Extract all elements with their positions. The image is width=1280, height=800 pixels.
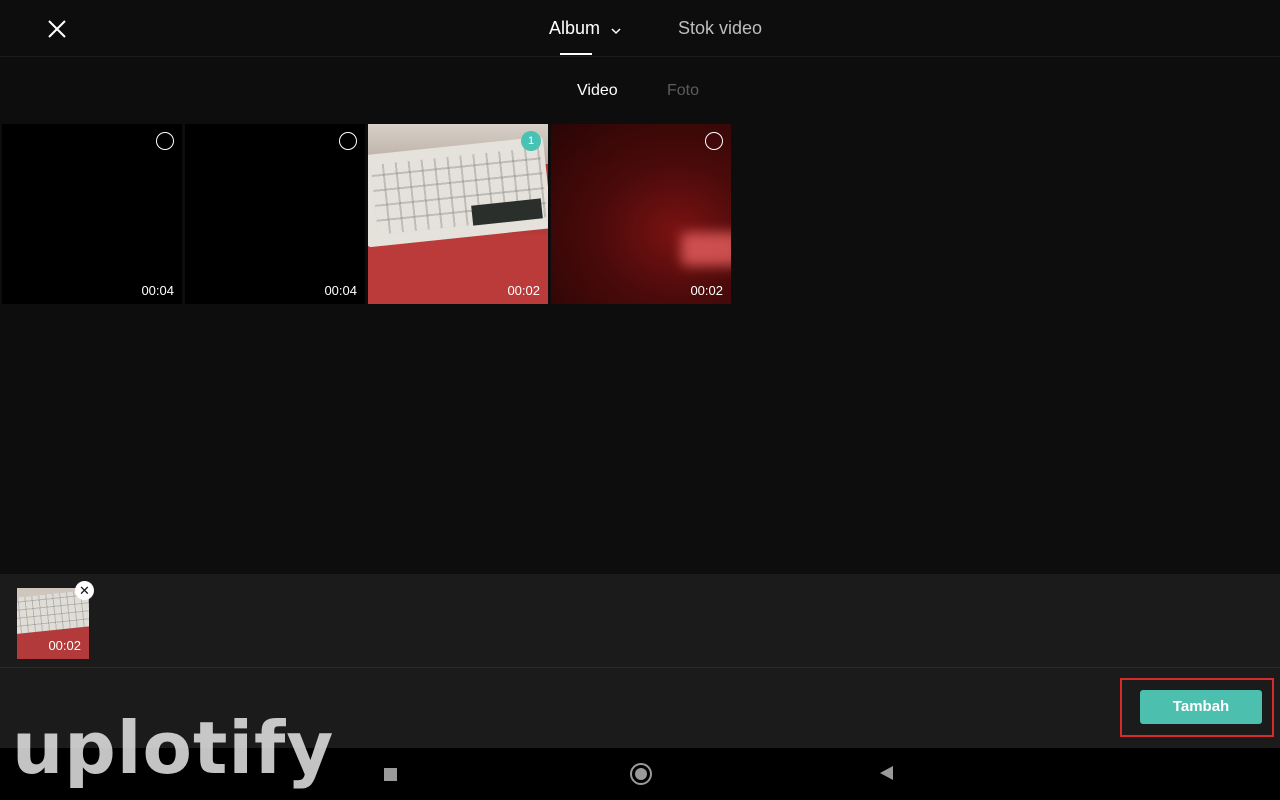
- add-button[interactable]: Tambah: [1140, 690, 1262, 724]
- video-duration: 00:04: [141, 283, 174, 298]
- close-icon: [48, 20, 66, 38]
- subtab-foto[interactable]: Foto: [667, 82, 699, 100]
- active-tab-indicator: [560, 53, 592, 55]
- video-duration: 00:02: [507, 283, 540, 298]
- remove-clip-button[interactable]: ✕: [75, 581, 94, 600]
- home-icon[interactable]: [630, 763, 652, 785]
- select-circle-icon[interactable]: [705, 132, 723, 150]
- select-circle-icon[interactable]: [156, 132, 174, 150]
- subtab-video[interactable]: Video: [577, 82, 618, 100]
- video-duration: 00:02: [48, 638, 81, 653]
- tab-stok-video[interactable]: Stok video: [678, 18, 762, 39]
- video-duration: 00:04: [324, 283, 357, 298]
- close-icon: ✕: [79, 583, 90, 598]
- media-tile[interactable]: 00:04: [2, 124, 182, 304]
- media-tile[interactable]: 00:04: [185, 124, 365, 304]
- select-circle-icon[interactable]: [339, 132, 357, 150]
- selected-clip-thumbnail[interactable]: 00:02: [17, 588, 89, 659]
- watermark-logo: uplotify: [12, 706, 335, 790]
- top-bar: Album Stok video: [0, 0, 1280, 57]
- tab-album[interactable]: Album: [549, 18, 621, 40]
- video-duration: 00:02: [690, 283, 723, 298]
- selection-number-badge[interactable]: 1: [521, 131, 541, 151]
- close-button[interactable]: [42, 14, 72, 44]
- back-icon[interactable]: [880, 766, 893, 780]
- recents-icon[interactable]: [384, 768, 397, 781]
- selection-tray: 00:02: [0, 574, 1280, 668]
- thumbnail-image: [681, 232, 731, 266]
- media-tile[interactable]: 1 00:02: [368, 124, 548, 304]
- tab-album-label: Album: [549, 18, 601, 38]
- chevron-down-icon: [611, 19, 621, 40]
- media-tile[interactable]: 00:02: [551, 124, 731, 304]
